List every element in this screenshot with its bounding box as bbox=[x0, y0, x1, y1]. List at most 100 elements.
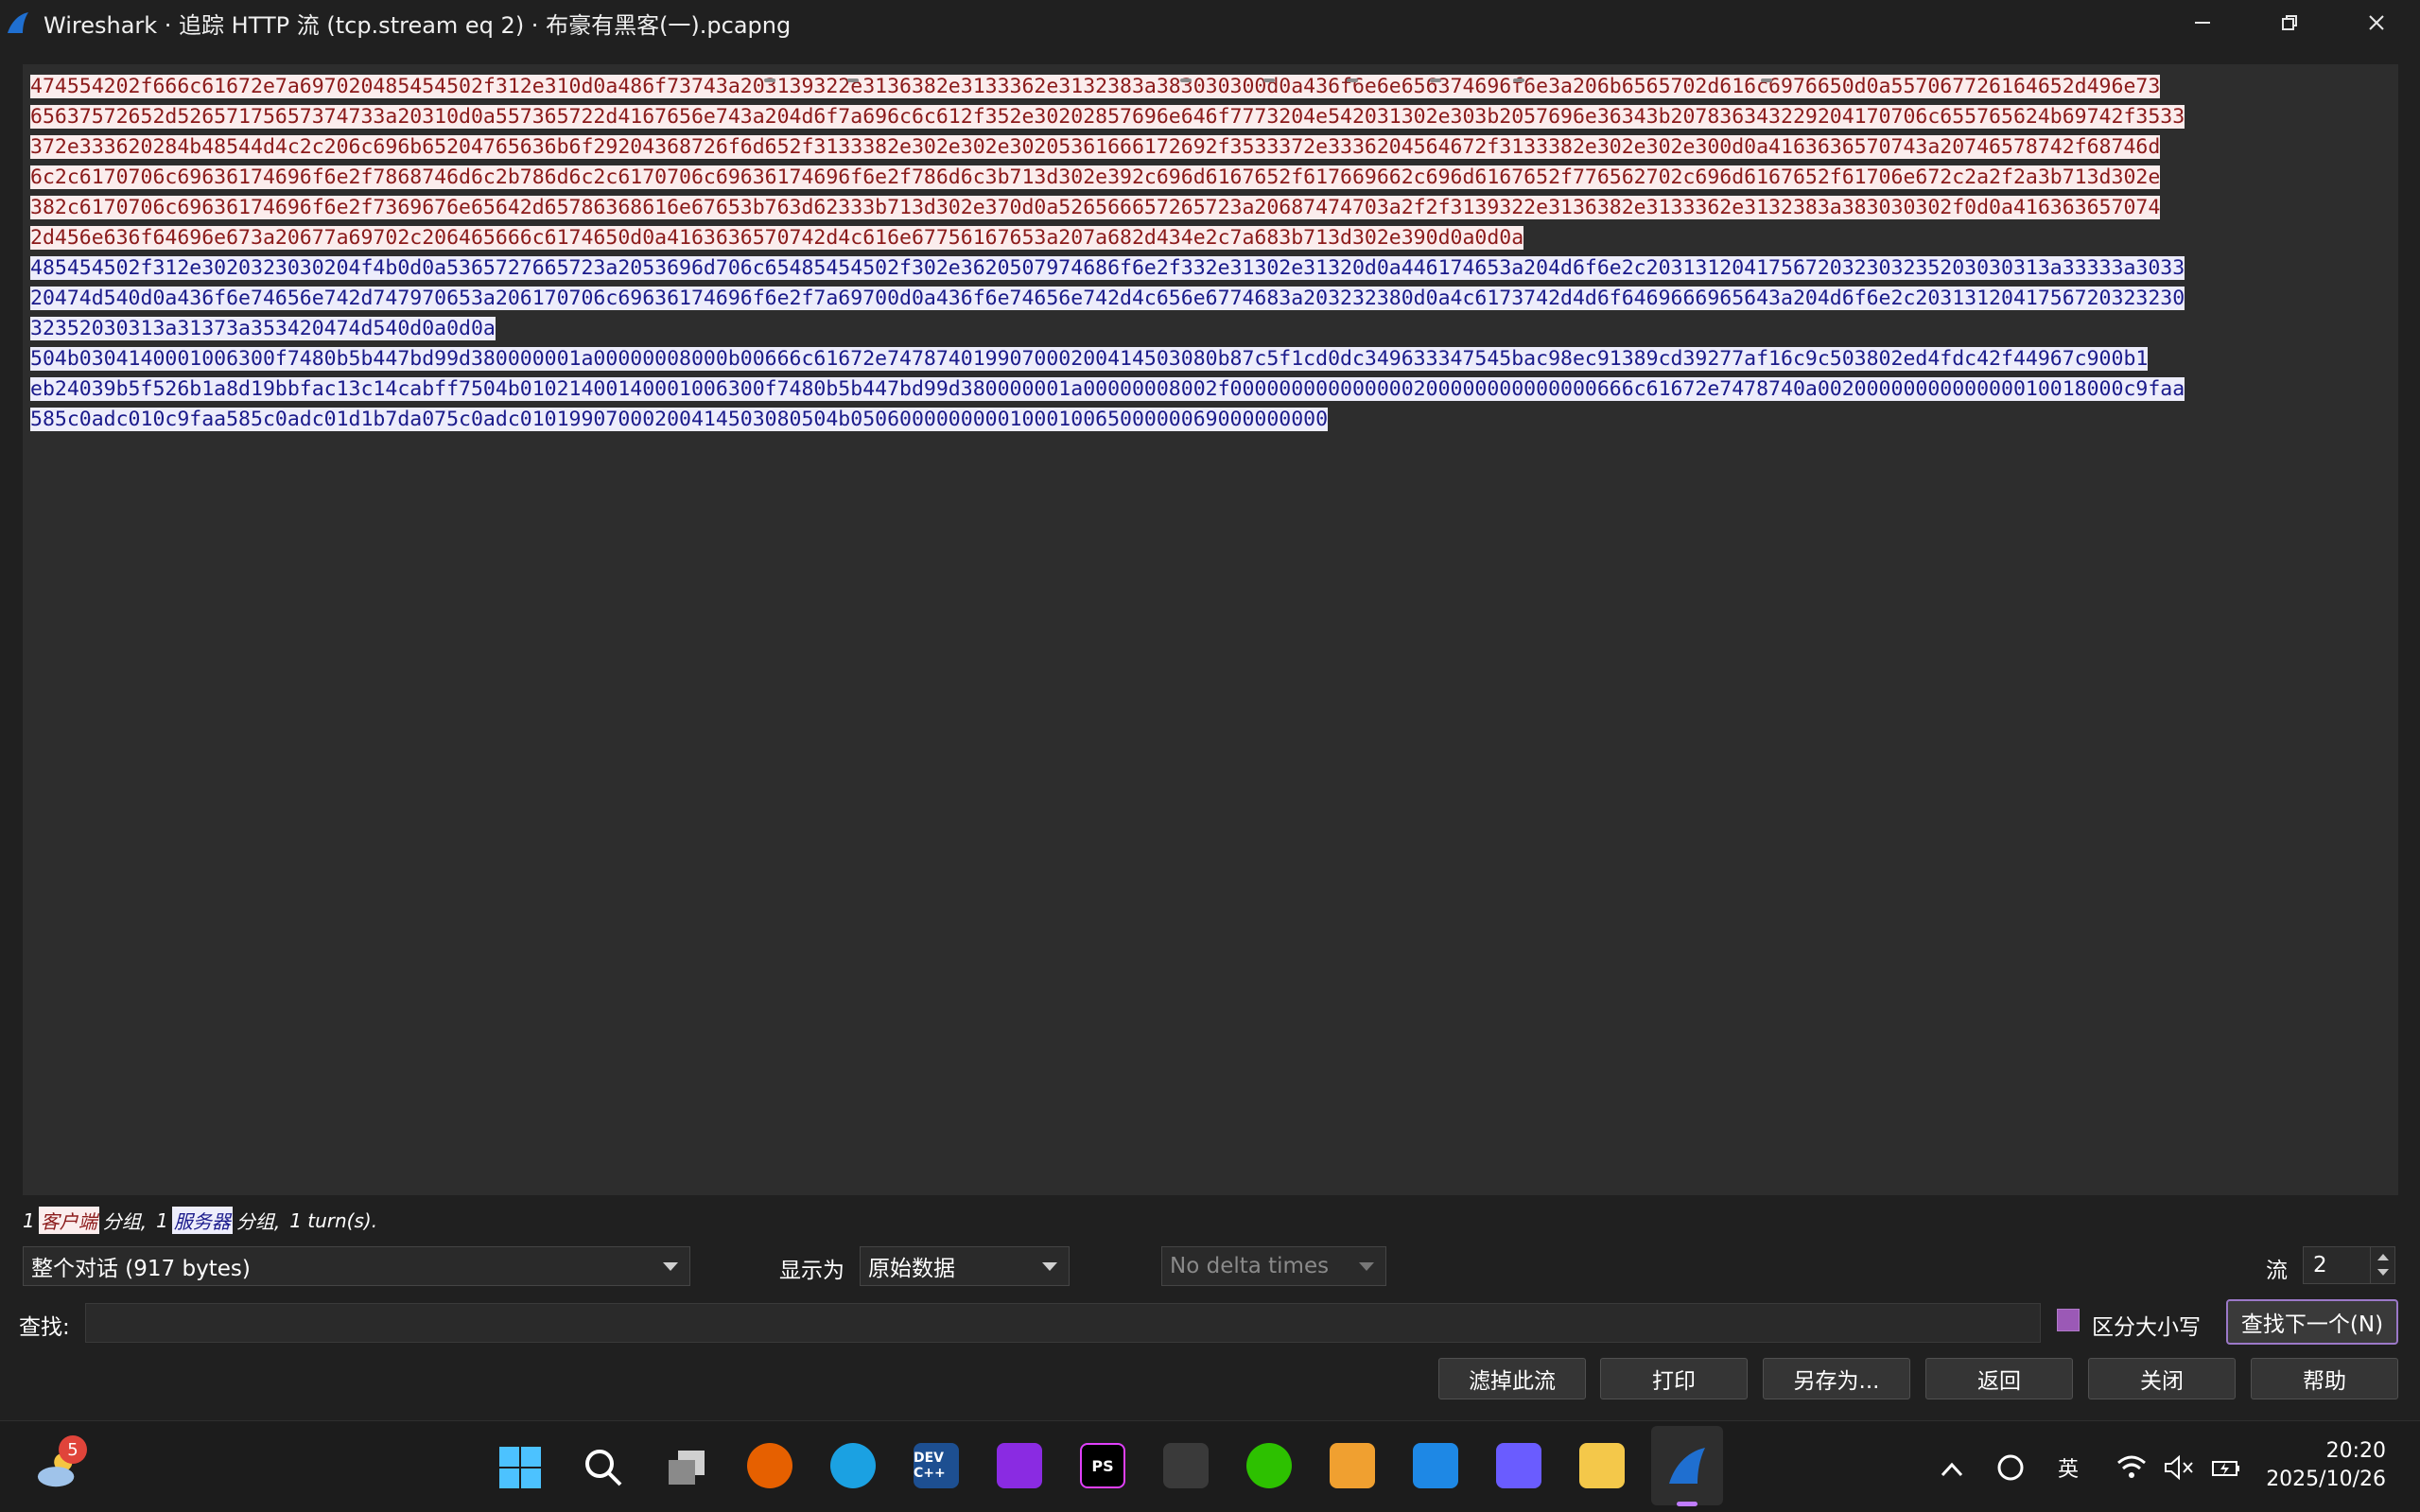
window-controls bbox=[2159, 0, 2420, 45]
volume-muted-icon bbox=[2165, 1454, 2193, 1481]
notes-app-icon[interactable] bbox=[1330, 1443, 1375, 1488]
restore-button[interactable] bbox=[2246, 0, 2333, 45]
show-as-label: 显示为 bbox=[779, 1259, 844, 1283]
running-indicator bbox=[1180, 78, 1192, 82]
show-as-select[interactable]: 原始数据 bbox=[860, 1246, 1070, 1286]
save-as-button[interactable]: 另存为... bbox=[1763, 1358, 1910, 1399]
wechat-icon[interactable] bbox=[1246, 1443, 1292, 1488]
server-legend: 服务器 bbox=[171, 1207, 233, 1234]
show-as-select-value: 原始数据 bbox=[868, 1257, 955, 1281]
find-next-button[interactable]: 查找下一个(N) bbox=[2226, 1299, 2398, 1345]
filter-out-stream-button[interactable]: 滤掉此流 bbox=[1438, 1358, 1586, 1399]
chevron-down-icon bbox=[663, 1262, 678, 1271]
client-legend: 客户端 bbox=[38, 1207, 99, 1234]
wireshark-fin-icon bbox=[1669, 1448, 1705, 1484]
tray-overflow-button[interactable] bbox=[1929, 1447, 1975, 1492]
close-window-button[interactable] bbox=[2333, 0, 2420, 45]
stream-number-spinbox[interactable]: 2 bbox=[2303, 1246, 2395, 1284]
help-button[interactable]: 帮助 bbox=[2251, 1358, 2398, 1399]
terminal-icon[interactable] bbox=[1163, 1443, 1209, 1488]
close-icon bbox=[2369, 15, 2384, 30]
system-clock[interactable]: 20:20 2025/10/26 bbox=[2266, 1437, 2386, 1494]
case-sensitive-checkbox[interactable] bbox=[2057, 1309, 2080, 1331]
weather-badge: 5 bbox=[59, 1435, 87, 1464]
spin-down-icon[interactable] bbox=[2377, 1269, 2389, 1276]
start-button[interactable] bbox=[497, 1445, 543, 1490]
wifi-icon bbox=[2117, 1455, 2146, 1478]
wireshark-fin-icon bbox=[8, 12, 28, 33]
stream-content-area[interactable]: 474554202f666c61672e7a697020485454502f31… bbox=[23, 64, 2398, 1195]
running-indicator bbox=[1347, 78, 1358, 82]
client-data-row[interactable]: 474554202f666c61672e7a697020485454502f31… bbox=[30, 75, 2161, 98]
client-data-row[interactable]: 372e333620284b48544d4c2c206c696b65204765… bbox=[30, 135, 2161, 159]
title-bar: Wireshark · 追踪 HTTP 流 (tcp.stream eq 2) … bbox=[0, 0, 2420, 45]
chevron-down-icon bbox=[1359, 1262, 1374, 1271]
clock-date: 2025/10/26 bbox=[2266, 1468, 2386, 1491]
phpstorm-icon[interactable]: PS bbox=[1080, 1443, 1125, 1488]
stream-label: 流 bbox=[2266, 1259, 2288, 1283]
packet-summary: 1 客户端 分组, 1 服务器 分组, 1 turn(s). bbox=[23, 1207, 377, 1234]
minimize-button[interactable] bbox=[2159, 0, 2246, 45]
back-button[interactable]: 返回 bbox=[1925, 1358, 2073, 1399]
stream-number-value: 2 bbox=[2313, 1253, 2327, 1277]
running-indicator bbox=[1513, 78, 1524, 82]
sync-tray-button[interactable] bbox=[1988, 1445, 2033, 1490]
assistant-app-icon[interactable] bbox=[1496, 1443, 1541, 1488]
conversation-select-value: 整个对话 (917 bytes) bbox=[31, 1257, 251, 1281]
active-app-indicator bbox=[1677, 1502, 1697, 1506]
server-data-row[interactable]: eb24039b5f526b1a8d19bbfac13c14cabff7504b… bbox=[30, 377, 2185, 401]
summary-text: 分组, bbox=[235, 1210, 281, 1233]
find-label: 查找: bbox=[19, 1315, 70, 1340]
windows-logo-icon bbox=[499, 1447, 541, 1488]
server-data-row[interactable]: 504b0304140001006300f7480b5b447bd99d3800… bbox=[30, 347, 2149, 371]
print-button[interactable]: 打印 bbox=[1600, 1358, 1748, 1399]
spin-up-icon[interactable] bbox=[2377, 1254, 2389, 1260]
battery-charging-icon bbox=[2212, 1461, 2239, 1476]
delta-times-select-value: No delta times bbox=[1170, 1254, 1330, 1278]
chevron-up-icon bbox=[1941, 1462, 1963, 1477]
volume-tray-button[interactable] bbox=[2156, 1445, 2202, 1490]
task-view-icon bbox=[669, 1451, 705, 1485]
running-indicator bbox=[1263, 78, 1275, 82]
jetbrains-icon[interactable] bbox=[997, 1443, 1042, 1488]
wifi-tray-button[interactable] bbox=[2109, 1445, 2154, 1490]
firefox-icon[interactable] bbox=[747, 1443, 792, 1488]
file-explorer-icon[interactable] bbox=[1579, 1443, 1625, 1488]
turns-count: 1 turn(s). bbox=[289, 1208, 378, 1232]
server-data-row[interactable]: 20474d540d0a436f6e74656e742d747970653a20… bbox=[30, 287, 2185, 310]
conversation-select[interactable]: 整个对话 (917 bytes) bbox=[23, 1246, 690, 1286]
server-data-row[interactable]: 585c0adc010c9faa585c0adc01d1b7da075c0adc… bbox=[30, 408, 1329, 431]
client-packet-count: 1 bbox=[23, 1208, 35, 1232]
dingtalk-icon[interactable] bbox=[1413, 1443, 1458, 1488]
server-data-row[interactable]: 32352030313a31373a353420474d540d0a0d0a bbox=[30, 317, 496, 340]
server-packet-count: 1 bbox=[156, 1208, 168, 1232]
clock-time: 20:20 bbox=[2325, 1439, 2386, 1463]
client-data-row[interactable]: 65637572652d52657175657374733a20310d0a55… bbox=[30, 105, 2185, 129]
running-indicator bbox=[1430, 78, 1441, 82]
running-indicator bbox=[1761, 78, 1772, 82]
devcpp-icon[interactable]: DEV C++ bbox=[914, 1443, 959, 1488]
find-input[interactable] bbox=[85, 1303, 2041, 1343]
task-view-button[interactable] bbox=[664, 1445, 709, 1490]
case-sensitive-label: 区分大小写 bbox=[2092, 1315, 2201, 1340]
delta-times-select: No delta times bbox=[1161, 1246, 1386, 1286]
input-language-indicator[interactable]: 英 bbox=[2058, 1452, 2079, 1483]
restore-icon bbox=[2282, 15, 2297, 30]
sync-icon bbox=[1997, 1454, 2024, 1481]
edge-icon[interactable] bbox=[830, 1443, 876, 1488]
server-data-row[interactable]: 485454502f312e3020323030204f4b0d0a536572… bbox=[30, 256, 2185, 280]
summary-text: 分组, bbox=[102, 1210, 148, 1233]
running-indicator bbox=[847, 78, 859, 82]
running-indicator bbox=[764, 78, 775, 82]
spin-buttons[interactable] bbox=[2370, 1247, 2394, 1283]
client-data-row[interactable]: 2d456e636f64696e673a20677a69702c20646566… bbox=[30, 226, 1524, 250]
battery-tray-button[interactable] bbox=[2203, 1445, 2249, 1490]
wireshark-taskbar-icon[interactable] bbox=[1664, 1443, 1710, 1488]
search-icon bbox=[585, 1450, 622, 1486]
minimize-icon bbox=[2195, 22, 2210, 24]
chevron-down-icon bbox=[1042, 1262, 1057, 1271]
client-data-row[interactable]: 6c2c6170706c69636174696f6e2f7868746d6c2b… bbox=[30, 165, 2161, 189]
client-data-row[interactable]: 382c6170706c69636174696f6e2f7369676e6564… bbox=[30, 196, 2161, 219]
search-button[interactable] bbox=[581, 1445, 626, 1490]
close-button[interactable]: 关闭 bbox=[2088, 1358, 2236, 1399]
